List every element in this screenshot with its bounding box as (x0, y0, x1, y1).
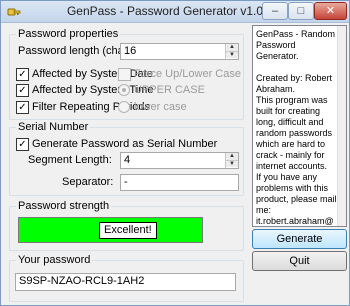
group-label: Password properties (16, 28, 121, 41)
force-case-label: Force Up/Lower Case (134, 68, 241, 80)
about-textbox[interactable]: GenPass - Random Password Generator. Cre… (252, 25, 347, 227)
maximize-button[interactable]: □ (288, 2, 314, 20)
about-scrollbar[interactable] (337, 26, 346, 226)
title-bar[interactable]: GenPass - Password Generator v1.0.0.9 – … (1, 1, 349, 23)
segment-length-spin[interactable]: ▲ ▼ (225, 153, 238, 168)
spin-up-icon[interactable]: ▲ (226, 44, 238, 51)
affected-by-time-checkbox[interactable]: ✓ (16, 84, 29, 97)
lower-case-radio[interactable] (118, 101, 130, 113)
app-window: GenPass - Password Generator v1.0.0.9 – … (0, 0, 350, 306)
force-case-checkbox[interactable] (118, 68, 131, 81)
spin-down-icon[interactable]: ▼ (226, 160, 238, 167)
quit-button[interactable]: Quit (252, 251, 347, 271)
group-label: Your password (16, 254, 93, 267)
group-label: Serial Number (16, 121, 91, 134)
password-length-value: 16 (124, 45, 137, 57)
filter-repeating-label: Filter Repeating Periods (32, 101, 151, 113)
affected-by-date-checkbox[interactable]: ✓ (16, 68, 29, 81)
minimize-button[interactable]: – (262, 2, 288, 20)
password-output-field[interactable]: S9SP-NZAO-RCL9-1AH2 (15, 273, 236, 291)
lower-case-label: lower case (134, 101, 187, 113)
strength-meter: Excellent! (18, 217, 203, 243)
separator-label: Separator: (62, 176, 114, 188)
about-text: GenPass - Random Password Generator. Cre… (256, 29, 337, 225)
generate-as-serial-checkbox[interactable]: ✓ (16, 138, 29, 151)
generate-button[interactable]: Generate (252, 229, 347, 249)
strength-rating: Excellent! (99, 222, 157, 239)
filter-repeating-checkbox[interactable]: ✓ (16, 101, 29, 114)
generate-as-serial-label: Generate Password as Serial Number (32, 138, 218, 150)
upper-case-radio[interactable] (118, 84, 130, 96)
password-length-spin[interactable]: ▲ ▼ (225, 44, 238, 59)
segment-length-label: Segment Length: (28, 154, 112, 166)
upper-case-label: UPPER CASE (134, 84, 205, 96)
spin-down-icon[interactable]: ▼ (226, 51, 238, 58)
separator-input[interactable]: - (120, 174, 239, 191)
spin-up-icon[interactable]: ▲ (226, 153, 238, 160)
close-button[interactable]: ✕ (314, 2, 347, 20)
group-label: Password strength (16, 200, 112, 213)
segment-length-stepper[interactable]: 4 ▲ ▼ (120, 152, 239, 169)
segment-length-value: 4 (124, 154, 131, 166)
password-length-stepper[interactable]: 16 ▲ ▼ (120, 43, 239, 60)
